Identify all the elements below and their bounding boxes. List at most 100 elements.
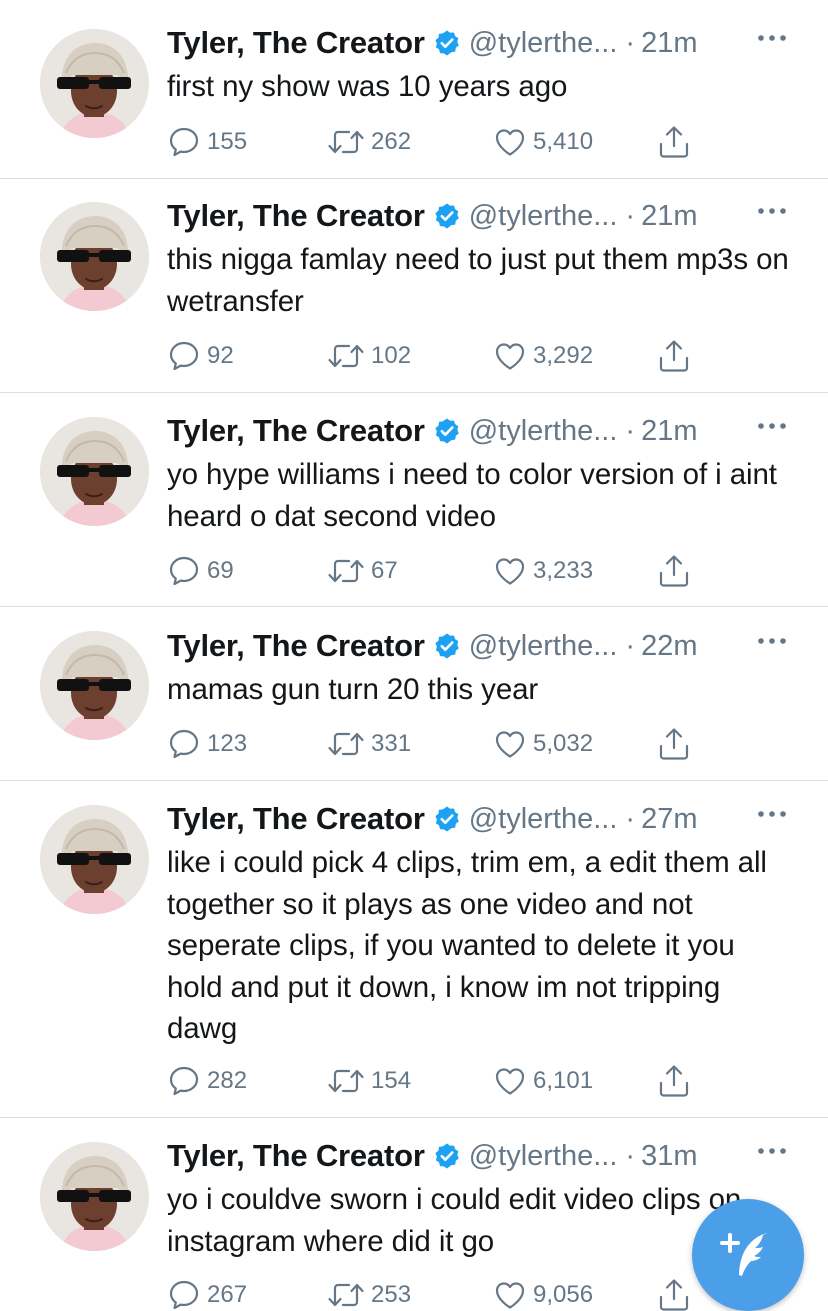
- more-icon[interactable]: [756, 631, 788, 651]
- retweet-button[interactable]: 262: [327, 122, 411, 162]
- retweet-icon: [327, 727, 365, 761]
- reply-button[interactable]: 92: [167, 336, 234, 376]
- retweet-icon: [327, 1064, 365, 1098]
- tweet-actions: 155 262 5,410: [167, 122, 707, 162]
- share-button[interactable]: [657, 551, 691, 591]
- author-name[interactable]: Tyler, The Creator: [167, 413, 425, 449]
- author-handle[interactable]: @tylerthe...: [469, 803, 618, 836]
- tweet-text: like i could pick 4 clips, trim em, a ed…: [167, 846, 767, 1045]
- like-button[interactable]: 6,101: [493, 1061, 593, 1101]
- like-button[interactable]: 3,233: [493, 551, 593, 591]
- reply-button[interactable]: 155: [167, 122, 247, 162]
- like-icon: [493, 1064, 527, 1098]
- retweet-icon: [327, 125, 365, 159]
- reply-button[interactable]: 123: [167, 724, 247, 764]
- like-count: 6,101: [533, 1067, 594, 1094]
- retweet-icon: [327, 339, 365, 373]
- avatar[interactable]: [40, 202, 149, 311]
- timestamp[interactable]: 27m: [641, 803, 697, 836]
- author-handle[interactable]: @tylerthe...: [469, 200, 618, 233]
- like-count: 3,233: [533, 557, 594, 584]
- verified-badge-icon: [433, 1142, 461, 1170]
- share-button[interactable]: [657, 122, 691, 162]
- author-handle[interactable]: @tylerthe...: [469, 27, 618, 60]
- timestamp[interactable]: 21m: [641, 415, 697, 448]
- tweet-actions: 282 154 6,101: [167, 1061, 707, 1101]
- retweet-button[interactable]: 253: [327, 1275, 411, 1311]
- reply-count: 155: [207, 128, 248, 155]
- like-icon: [493, 125, 527, 159]
- reply-icon: [167, 1278, 201, 1311]
- retweet-button[interactable]: 331: [327, 724, 411, 764]
- author-name[interactable]: Tyler, The Creator: [167, 198, 425, 234]
- like-count: 5,032: [533, 730, 594, 757]
- like-button[interactable]: 3,292: [493, 336, 593, 376]
- retweet-button[interactable]: 67: [327, 551, 398, 591]
- verified-badge-icon: [433, 417, 461, 445]
- tweet-actions: 69 67 3,233: [167, 551, 707, 591]
- retweet-button[interactable]: 102: [327, 336, 411, 376]
- more-icon[interactable]: [756, 1141, 788, 1161]
- avatar[interactable]: [40, 631, 149, 740]
- author-name[interactable]: Tyler, The Creator: [167, 628, 425, 664]
- tweet-header: Tyler, The Creator @tylerthe... · 21m: [167, 22, 788, 64]
- tweet[interactable]: Tyler, The Creator @tylerthe... · 21m th…: [0, 179, 828, 393]
- more-icon[interactable]: [756, 416, 788, 436]
- retweet-icon: [327, 1278, 365, 1311]
- retweet-count: 262: [371, 128, 412, 155]
- compose-tweet-button[interactable]: [692, 1199, 804, 1311]
- reply-button[interactable]: 69: [167, 551, 234, 591]
- retweet-count: 154: [371, 1067, 412, 1094]
- tweet-text: yo hype williams i need to color version…: [167, 458, 777, 533]
- tweet[interactable]: Tyler, The Creator @tylerthe... · 22m ma…: [0, 607, 828, 781]
- tweet[interactable]: Tyler, The Creator @tylerthe... · 21m fi…: [0, 0, 828, 179]
- reply-icon: [167, 125, 201, 159]
- separator: ·: [625, 414, 636, 447]
- tweet[interactable]: Tyler, The Creator @tylerthe... · 27m li…: [0, 781, 828, 1118]
- more-icon[interactable]: [756, 804, 788, 824]
- share-button[interactable]: [657, 724, 691, 764]
- like-button[interactable]: 5,032: [493, 724, 593, 764]
- share-button[interactable]: [657, 1275, 691, 1311]
- reply-count: 123: [207, 730, 248, 757]
- separator: ·: [625, 802, 636, 835]
- share-button[interactable]: [657, 1061, 691, 1101]
- retweet-button[interactable]: 154: [327, 1061, 411, 1101]
- timestamp[interactable]: 21m: [641, 200, 697, 233]
- author-name[interactable]: Tyler, The Creator: [167, 1138, 425, 1174]
- tweet[interactable]: Tyler, The Creator @tylerthe... · 21m yo…: [0, 393, 828, 607]
- verified-badge-icon: [433, 805, 461, 833]
- like-icon: [493, 554, 527, 588]
- retweet-icon: [327, 554, 365, 588]
- reply-count: 92: [207, 342, 234, 369]
- timestamp[interactable]: 31m: [641, 1140, 697, 1173]
- tweet-actions: 92 102 3,292: [167, 336, 707, 376]
- author-name[interactable]: Tyler, The Creator: [167, 801, 425, 837]
- avatar[interactable]: [40, 805, 149, 914]
- like-icon: [493, 727, 527, 761]
- like-button[interactable]: 5,410: [493, 122, 593, 162]
- retweet-count: 253: [371, 1281, 412, 1308]
- like-button[interactable]: 9,056: [493, 1275, 593, 1311]
- author-name[interactable]: Tyler, The Creator: [167, 25, 425, 61]
- avatar[interactable]: [40, 417, 149, 526]
- timestamp[interactable]: 22m: [641, 630, 697, 663]
- avatar[interactable]: [40, 1142, 149, 1251]
- verified-badge-icon: [433, 29, 461, 57]
- tweet-actions: 267 253 9,056: [167, 1275, 707, 1311]
- more-icon[interactable]: [756, 201, 788, 221]
- avatar[interactable]: [40, 29, 149, 138]
- reply-button[interactable]: 282: [167, 1061, 247, 1101]
- author-handle[interactable]: @tylerthe...: [469, 415, 618, 448]
- timestamp[interactable]: 21m: [641, 27, 697, 60]
- more-icon[interactable]: [756, 28, 788, 48]
- tweet-header: Tyler, The Creator @tylerthe... · 21m: [167, 410, 788, 452]
- reply-button[interactable]: 267: [167, 1275, 247, 1311]
- tweet-text: this nigga famlay need to just put them …: [167, 243, 789, 318]
- reply-icon: [167, 1064, 201, 1098]
- author-handle[interactable]: @tylerthe...: [469, 1140, 618, 1173]
- share-button[interactable]: [657, 336, 691, 376]
- share-icon: [657, 553, 691, 589]
- reply-count: 69: [207, 557, 234, 584]
- author-handle[interactable]: @tylerthe...: [469, 630, 618, 663]
